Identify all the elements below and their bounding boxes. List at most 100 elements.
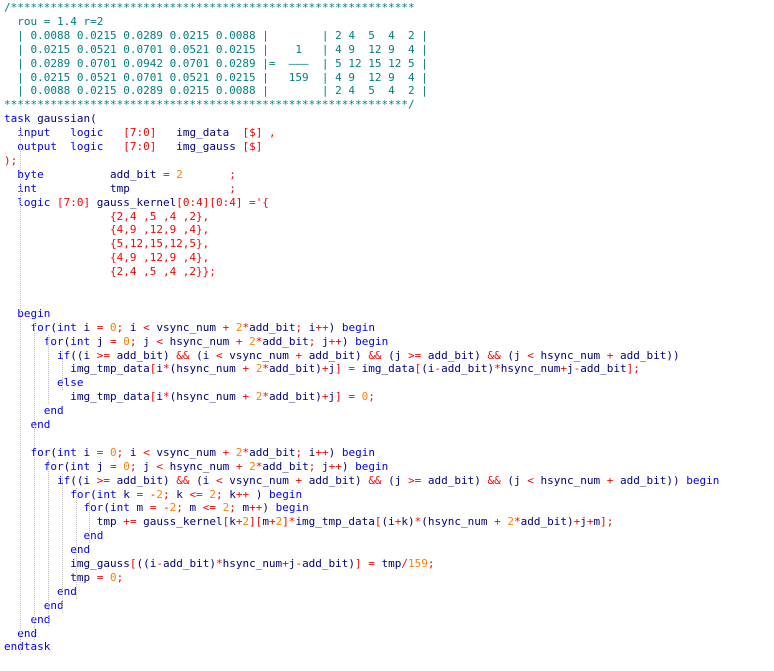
code-token-kw: begin — [355, 334, 389, 348]
code-token-id: vsync_num — [222, 473, 296, 487]
code-token-num: 0 — [123, 459, 130, 473]
code-token-num: 159 — [408, 557, 428, 570]
code-token-kw: int — [96, 487, 117, 501]
code-token-op: + — [321, 390, 329, 404]
code-token-id: img_data — [355, 362, 415, 376]
code-token-id: m — [129, 501, 150, 515]
code-token-id — [183, 168, 229, 181]
code-token-id: j — [90, 334, 110, 348]
code-token-id — [4, 279, 11, 292]
code-token-id — [103, 446, 110, 459]
code-line: for(int i = 0; i < vsync_num + 2*add_bit… — [4, 446, 375, 460]
code-token-op: {4,9 ,12,9 ,4}, — [4, 251, 210, 265]
code-token-kw: begin — [355, 459, 389, 473]
code-token-id: ( — [103, 501, 110, 515]
code-token-id — [4, 474, 57, 487]
code-line: ****************************************… — [4, 98, 415, 112]
code-token-op: && — [176, 348, 190, 362]
code-token-id: ) — [341, 459, 356, 473]
code-line: | 0.0215 0.0521 0.0701 0.0521 0.0215 | 1… — [4, 43, 428, 57]
code-token-id: m — [262, 515, 269, 529]
indent-guide — [61, 473, 63, 613]
code-editor[interactable]: /***************************************… — [0, 0, 774, 671]
code-token-comment: rou = 1.4 r=2 — [4, 14, 104, 28]
code-token-id: vsync_num — [222, 348, 296, 362]
code-token-id: i — [302, 320, 316, 334]
code-token-id: i — [302, 445, 316, 459]
indent-guide — [47, 334, 49, 405]
code-token-id: (j — [381, 348, 409, 362]
code-token-op: >= — [408, 473, 422, 487]
code-token-id: img_tmp_data — [4, 390, 150, 404]
code-token-comment: | 0.0215 0.0521 0.0701 0.0521 0.0215 | 1… — [4, 70, 428, 84]
code-token-kw: int — [70, 334, 91, 348]
code-token-id — [4, 446, 31, 459]
code-token-id: j — [136, 459, 157, 473]
code-token-op: < — [156, 459, 163, 473]
indent-guide — [19, 126, 21, 655]
code-line: task gaussian( — [4, 112, 97, 126]
code-token-id: m — [235, 501, 250, 515]
code-token-id — [103, 140, 123, 153]
code-token-kw: output — [17, 140, 57, 153]
code-token-op: && — [487, 348, 501, 362]
code-token-kw: endtask — [4, 640, 51, 654]
code-token-id: ) — [328, 320, 342, 334]
code-token-op: * — [262, 362, 269, 376]
code-token-op: + — [321, 362, 329, 376]
code-token-id: (i — [381, 515, 395, 529]
code-token-num: 2 — [156, 487, 163, 501]
code-token-op: {4,9 ,12,9 ,4}, — [4, 223, 210, 237]
code-token-op: [7:0] — [123, 140, 157, 153]
code-token-id: j — [90, 459, 110, 473]
code-token-op: >= — [408, 348, 422, 362]
code-token-comment: | 0.0215 0.0521 0.0701 0.0521 0.0215 | 1… — [4, 42, 428, 56]
code-token-id: add_bit) — [162, 557, 216, 570]
code-token-kw: begin — [17, 306, 51, 320]
code-token-op: ++ — [315, 445, 329, 459]
code-token-op: ; — [229, 181, 236, 195]
code-token-op: ]; — [600, 515, 614, 529]
code-line: for(int m = -2; m <= 2; m++) begin — [4, 501, 308, 515]
code-token-id — [4, 349, 57, 362]
code-token-id: ( — [50, 320, 57, 334]
code-token-kw: begin — [341, 445, 375, 459]
code-token-op: ; — [427, 557, 435, 570]
code-token-id: add_bit) — [421, 473, 488, 487]
code-token-id: k — [169, 487, 190, 501]
code-token-kw: input — [17, 126, 51, 140]
code-line — [4, 293, 11, 307]
code-token-op: ] — [355, 557, 362, 570]
code-token-id: ((i — [136, 557, 157, 570]
code-token-id: hsync_num — [222, 557, 283, 570]
indent-guide — [89, 501, 91, 544]
code-token-id: add_bit) — [441, 362, 495, 376]
code-token-op: + — [282, 557, 289, 570]
code-token-comment: /***************************************… — [4, 1, 415, 14]
code-token-op: ; — [129, 334, 137, 348]
code-token-id: i — [156, 362, 163, 376]
code-token-id: (i — [189, 473, 216, 487]
code-token-op: < — [143, 320, 150, 334]
code-token-op: + — [494, 515, 501, 529]
code-token-op: && — [368, 348, 382, 362]
code-token-id — [103, 321, 110, 334]
code-line: output logic [7:0] img_gauss [$] — [4, 140, 262, 154]
code-token-op: ; — [368, 390, 375, 404]
code-token-kw: task — [4, 112, 31, 126]
code-line: if((i >= add_bit) && (i < vsync_num + ad… — [4, 474, 719, 488]
code-line: {2,4 ,5 ,4 ,2}, — [4, 210, 209, 224]
code-line: {5,12,15,12,5}, — [4, 237, 209, 251]
code-token-id: j — [580, 515, 587, 529]
code-token-id: gauss_kernel — [90, 195, 177, 209]
code-token-op: ++ — [315, 320, 329, 334]
code-token-kw: for — [70, 487, 91, 501]
code-token-id: add_bit) — [421, 348, 488, 362]
code-token-kw: int — [57, 320, 77, 334]
code-line: | 0.0088 0.0215 0.0289 0.0215 0.0088 | |… — [4, 84, 428, 98]
code-token-id — [4, 627, 17, 640]
code-token-id: vsync_num — [149, 320, 223, 334]
code-token-op: ; — [116, 570, 124, 584]
indent-guide — [33, 320, 35, 641]
code-token-id — [4, 307, 17, 320]
